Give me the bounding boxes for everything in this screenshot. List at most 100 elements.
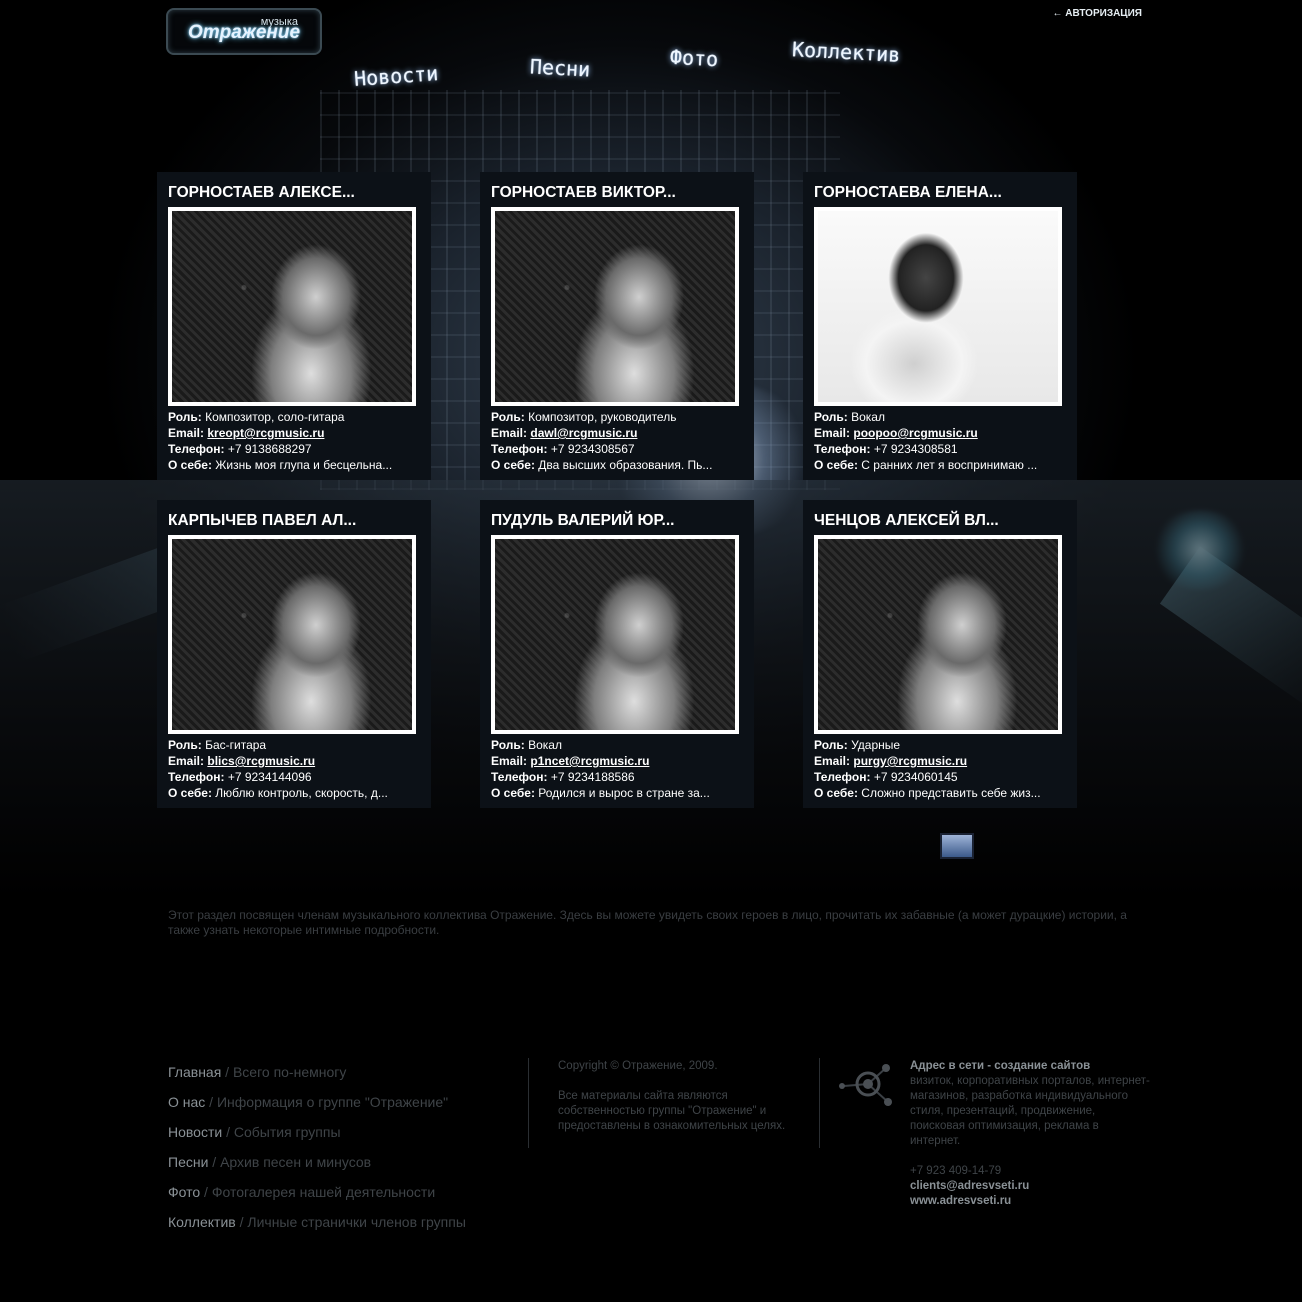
network-logo-icon[interactable] — [834, 1058, 896, 1108]
member-card: ГОРНОСТАЕВ ВИКТОР... Роль: Композитор, р… — [480, 172, 754, 480]
studio-name[interactable]: Адрес в сети — [910, 1060, 984, 1072]
footer-link-home[interactable]: Главная — [168, 1064, 221, 1080]
member-about: Жизнь моя глупа и бесцельна... — [215, 458, 393, 472]
member-email-link[interactable]: dawl@rcgmusic.ru — [530, 426, 637, 440]
studio-email[interactable]: clients@adresvseti.ru — [910, 1179, 1150, 1194]
studio-phone: +7 923 409-14-79 — [910, 1165, 1002, 1177]
footer-link-songs[interactable]: Песни — [168, 1154, 208, 1170]
about-label: О себе: — [814, 458, 858, 472]
about-label: О себе: — [814, 786, 858, 800]
member-name[interactable]: ГОРНОСТАЕВ ВИКТОР... — [491, 184, 676, 202]
about-label: О себе: — [168, 458, 212, 472]
member-info: Роль: Вокал Email: poopoo@rcgmusic.ru Те… — [814, 409, 1037, 473]
member-info: Роль: Композитор, соло-гитара Email: kre… — [168, 409, 392, 473]
member-info: Роль: Вокал Email: p1ncet@rcgmusic.ru Те… — [491, 737, 710, 801]
member-photo[interactable] — [168, 207, 416, 406]
member-name[interactable]: ГОРНОСТАЕВА ЕЛЕНА... — [814, 184, 1002, 202]
copyright-text: Copyright © Отражение, 2009. — [558, 1060, 718, 1072]
role-label: Роль: — [814, 738, 848, 752]
role-label: Роль: — [491, 738, 525, 752]
footer-link-desc: / Всего по-немногу — [221, 1064, 347, 1080]
role-label: Роль: — [491, 410, 525, 424]
member-email-link[interactable]: kreopt@rcgmusic.ru — [207, 426, 324, 440]
about-label: О себе: — [491, 786, 535, 800]
member-phone: +7 9234144096 — [227, 770, 312, 784]
member-email-link[interactable]: purgy@rcgmusic.ru — [853, 754, 967, 768]
member-name[interactable]: ПУДУЛЬ ВАЛЕРИЙ ЮР... — [491, 512, 674, 530]
member-card: ПУДУЛЬ ВАЛЕРИЙ ЮР... Роль: Вокал Email: … — [480, 500, 754, 808]
footer-link-news[interactable]: Новости — [168, 1124, 222, 1140]
member-info: Роль: Ударные Email: purgy@rcgmusic.ru Т… — [814, 737, 1041, 801]
studio-description: визиток, корпоративных порталов, интерне… — [910, 1075, 1150, 1147]
phone-label: Телефон: — [491, 770, 548, 784]
member-about: Сложно представить себе жиз... — [861, 786, 1041, 800]
member-about: Два высших образования. Пь... — [538, 458, 713, 472]
footer-link-desc: / Фотогалерея нашей деятельности — [200, 1184, 436, 1200]
member-info: Роль: Бас-гитара Email: blics@rcgmusic.r… — [168, 737, 388, 801]
member-photo[interactable] — [168, 535, 416, 734]
footer-link-team[interactable]: Коллектив — [168, 1214, 236, 1230]
member-about: С ранних лет я воспринимаю ... — [861, 458, 1038, 472]
auth-link[interactable]: ← АВТОРИЗАЦИЯ — [1052, 8, 1142, 19]
member-about: Родился и вырос в стране за... — [538, 786, 710, 800]
phone-label: Телефон: — [814, 770, 871, 784]
member-card: ГОРНОСТАЕВ АЛЕКСЕ... Роль: Композитор, с… — [157, 172, 431, 480]
footer-nav-item: Песни / Архив песен и минусов — [168, 1154, 466, 1184]
role-label: Роль: — [814, 410, 848, 424]
email-label: Email: — [168, 754, 205, 768]
member-email-link[interactable]: blics@rcgmusic.ru — [207, 754, 315, 768]
footer-nav-item: Главная / Всего по-немногу — [168, 1064, 466, 1094]
footer-nav-item: Фото / Фотогалерея нашей деятельности — [168, 1184, 466, 1214]
member-email-link[interactable]: poopoo@rcgmusic.ru — [853, 426, 977, 440]
footer-nav-item: Новости / События группы — [168, 1124, 466, 1154]
site-logo[interactable]: музыка Отражение — [166, 8, 322, 55]
footer-link-desc: / События группы — [222, 1124, 341, 1140]
member-role: Композитор, руководитель — [528, 410, 677, 424]
footer-link-desc: / Личные странички членов группы — [235, 1214, 466, 1230]
member-name[interactable]: ЧЕНЦОВ АЛЕКСЕЙ ВЛ... — [814, 512, 999, 530]
member-phone: +7 9138688297 — [227, 442, 312, 456]
member-phone: +7 9234188586 — [550, 770, 635, 784]
studio-credits: Адрес в сети - создание сайтов визиток, … — [910, 1059, 1150, 1209]
member-card: КАРПЫЧЕВ ПАВЕЛ АЛ... Роль: Бас-гитара Em… — [157, 500, 431, 808]
member-photo[interactable] — [491, 207, 739, 406]
member-role: Вокал — [528, 738, 562, 752]
about-label: О себе: — [491, 458, 535, 472]
footer-divider — [528, 1058, 529, 1148]
nav-songs[interactable]: Песни — [529, 54, 590, 81]
member-name[interactable]: КАРПЫЧЕВ ПАВЕЛ АЛ... — [168, 512, 356, 530]
member-photo[interactable] — [491, 535, 739, 734]
member-photo[interactable] — [814, 535, 1062, 734]
studio-site[interactable]: www.adresvseti.ru — [910, 1194, 1150, 1209]
footer-link-about[interactable]: О нас — [168, 1094, 205, 1110]
member-role: Бас-гитара — [205, 738, 267, 752]
email-label: Email: — [814, 754, 851, 768]
email-label: Email: — [491, 754, 528, 768]
studio-tagline: - создание сайтов — [984, 1060, 1091, 1072]
footer-divider — [819, 1058, 820, 1148]
footer-link-desc: / Информация о группе "Отражение" — [205, 1094, 449, 1110]
member-about: Люблю контроль, скорость, д... — [215, 786, 388, 800]
logo-title: Отражение — [188, 22, 301, 43]
phone-label: Телефон: — [168, 442, 225, 456]
camera-screen — [940, 833, 974, 859]
member-role: Ударные — [851, 738, 901, 752]
nav-photo[interactable]: Фото — [669, 45, 718, 71]
footer-link-photo[interactable]: Фото — [168, 1184, 200, 1200]
footer-nav-item: О нас / Информация о группе "Отражение" — [168, 1094, 466, 1124]
member-phone: +7 9234060145 — [873, 770, 958, 784]
member-name[interactable]: ГОРНОСТАЕВ АЛЕКСЕ... — [168, 184, 355, 202]
member-phone: +7 9234308567 — [550, 442, 635, 456]
member-card: ЧЕНЦОВ АЛЕКСЕЙ ВЛ... Роль: Ударные Email… — [803, 500, 1077, 808]
member-info: Роль: Композитор, руководитель Email: da… — [491, 409, 712, 473]
section-description: Этот раздел посвящен членам музыкального… — [168, 908, 1127, 937]
phone-label: Телефон: — [491, 442, 548, 456]
member-role: Вокал — [851, 410, 885, 424]
member-card: ГОРНОСТАЕВА ЕЛЕНА... Роль: Вокал Email: … — [803, 172, 1077, 480]
phone-label: Телефон: — [814, 442, 871, 456]
member-photo[interactable] — [814, 207, 1062, 406]
member-email-link[interactable]: p1ncet@rcgmusic.ru — [530, 754, 649, 768]
footer-nav: Главная / Всего по-немногу О нас / Инфор… — [168, 1064, 466, 1244]
footer-copyright: Copyright © Отражение, 2009. Все материа… — [558, 1059, 798, 1134]
footer-nav-item: Коллектив / Личные странички членов груп… — [168, 1214, 466, 1244]
